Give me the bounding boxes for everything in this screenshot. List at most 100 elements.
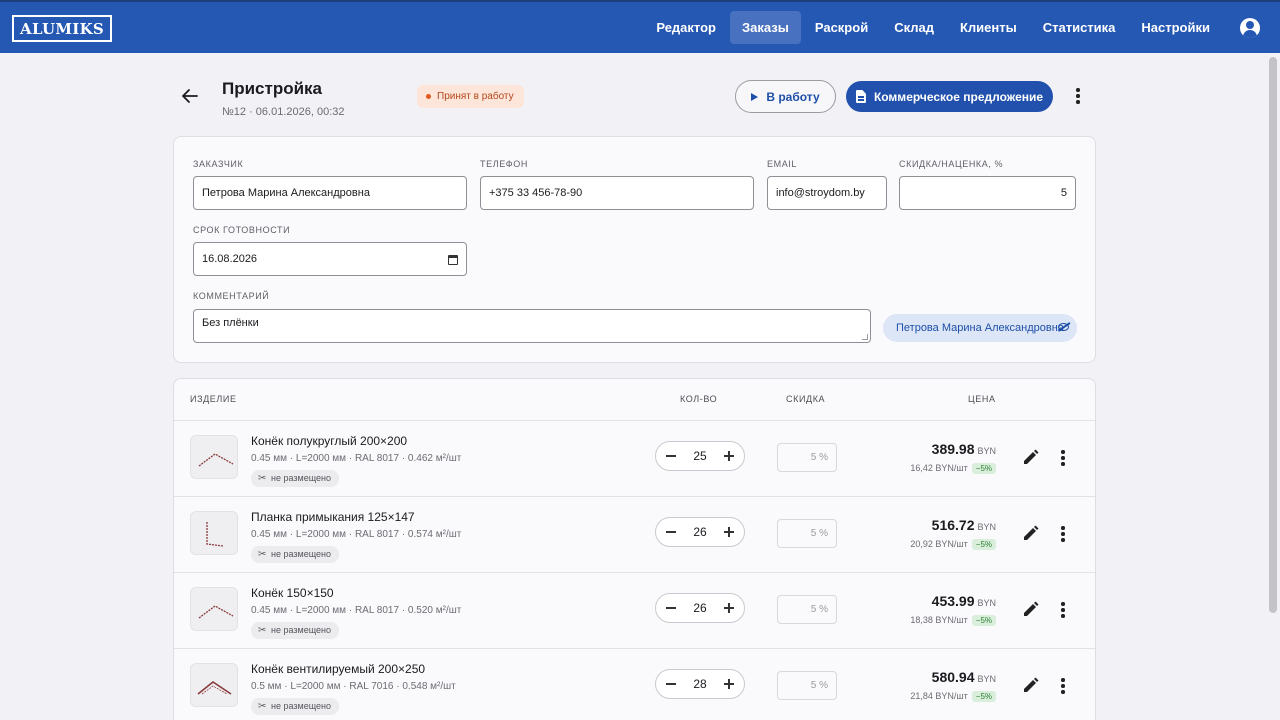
row-more-options-icon[interactable] (1053, 524, 1073, 544)
back-arrow-icon[interactable] (178, 84, 202, 108)
profile-thumbnail[interactable] (190, 511, 238, 555)
unit-price-value: 21,84 BYN/шт (910, 691, 968, 701)
deadline-date-field[interactable]: 16.08.2026 (193, 242, 467, 276)
unit-price: 18,38 BYN/шт −5% (910, 615, 996, 626)
placement-status-label: не размещено (271, 549, 331, 559)
item-name[interactable]: Планка примыкания 125×147 (251, 510, 415, 524)
plus-icon[interactable] (719, 598, 739, 618)
item-price: 580.94 BYN (932, 669, 996, 687)
item-spec: 0.45 мм · L=2000 мм · RAL 8017 · 0.520 м… (251, 605, 462, 616)
minus-icon[interactable] (661, 446, 681, 466)
scissors-icon: ✂ (258, 473, 267, 484)
row-more-options-icon[interactable] (1053, 448, 1073, 468)
item-spec: 0.45 мм · L=2000 мм · RAL 8017 · 0.574 м… (251, 529, 462, 540)
price-currency: BYN (977, 446, 996, 456)
nav-clients[interactable]: Клиенты (948, 11, 1029, 44)
plus-icon[interactable] (719, 446, 739, 466)
edit-pencil-icon[interactable] (1020, 524, 1040, 544)
email-field[interactable]: info@stroydom.by (767, 176, 887, 210)
status-badge: Принят в работу (417, 85, 524, 108)
placement-status-label: не размещено (271, 625, 331, 635)
plus-icon[interactable] (719, 674, 739, 694)
item-price: 389.98 BYN (932, 441, 996, 459)
phone-field[interactable]: +375 33 456-78-90 (480, 176, 754, 210)
discount-badge: −5% (971, 539, 996, 550)
unit-price: 16,42 BYN/шт −5% (910, 463, 996, 474)
item-name[interactable]: Конёк 150×150 (251, 586, 334, 600)
phone-label: Телефон (480, 159, 528, 169)
client-chip-label: Петрова Марина Александровна (896, 322, 1064, 334)
edit-pencil-icon[interactable] (1020, 600, 1040, 620)
item-name[interactable]: Конёк вентилируемый 200×250 (251, 662, 425, 676)
nav-editor[interactable]: Редактор (644, 11, 728, 44)
page-title: Пристройка (222, 79, 323, 98)
customer-label: Заказчик (193, 159, 244, 169)
nav-orders[interactable]: Заказы (730, 11, 801, 44)
price-currency: BYN (977, 674, 996, 684)
quantity-stepper: 25 (655, 441, 745, 471)
table-row: Конёк вентилируемый 200×250 0.5 мм · L=2… (174, 648, 1095, 720)
unlink-icon[interactable] (1058, 323, 1069, 331)
scissors-icon: ✂ (258, 701, 267, 712)
page-scrollbar[interactable] (1269, 57, 1277, 613)
commercial-proposal-label: Коммерческое предложение (873, 89, 1044, 104)
scissors-icon: ✂ (258, 549, 267, 560)
unit-price-value: 18,38 BYN/шт (910, 615, 968, 625)
minus-icon[interactable] (661, 674, 681, 694)
quantity-value[interactable]: 26 (686, 601, 714, 615)
row-more-options-icon[interactable] (1053, 676, 1073, 696)
edit-pencil-icon[interactable] (1020, 448, 1040, 468)
unit-price-value: 16,42 BYN/шт (910, 463, 968, 473)
quantity-stepper: 26 (655, 593, 745, 623)
item-discount-field[interactable]: 5 % (777, 671, 837, 700)
price-currency: BYN (977, 598, 996, 608)
price-value: 516.72 (931, 517, 975, 533)
quantity-value[interactable]: 25 (686, 449, 714, 463)
row-more-options-icon[interactable] (1053, 600, 1073, 620)
nav-cutting[interactable]: Раскрой (803, 11, 880, 44)
commercial-proposal-button[interactable]: Коммерческое предложение (846, 81, 1053, 112)
col-header-item: Изделие (190, 394, 237, 404)
placement-status-tag: ✂ не размещено (251, 622, 339, 639)
quantity-value[interactable]: 28 (686, 677, 714, 691)
calendar-icon[interactable] (448, 255, 458, 265)
item-spec: 0.5 мм · L=2000 мм · RAL 7016 · 0.548 м²… (251, 681, 456, 692)
quantity-value[interactable]: 26 (686, 525, 714, 539)
comment-label: Комментарий (193, 291, 270, 301)
discount-markup-field[interactable]: 5 (899, 176, 1076, 210)
minus-icon[interactable] (661, 598, 681, 618)
profile-thumbnail[interactable] (190, 587, 238, 631)
table-row: Конёк 150×150 0.45 мм · L=2000 мм · RAL … (174, 572, 1095, 648)
profile-thumbnail[interactable] (190, 663, 238, 707)
to-work-label: В работу (766, 89, 820, 104)
main-nav: Редактор Заказы Раскрой Склад Клиенты Ст… (644, 11, 1222, 44)
unit-price: 20,92 BYN/шт −5% (910, 539, 996, 550)
item-discount-field[interactable]: 5 % (777, 519, 837, 548)
minus-icon[interactable] (661, 522, 681, 542)
discount-badge: −5% (971, 615, 996, 626)
comment-textarea[interactable]: Без плёнки (193, 309, 871, 343)
more-options-icon[interactable] (1068, 86, 1088, 106)
item-discount-field[interactable]: 5 % (777, 595, 837, 624)
nav-settings[interactable]: Настройки (1129, 11, 1222, 44)
customer-field[interactable]: Петрова Марина Александровна (193, 176, 467, 210)
app-logo[interactable]: ALUMIKS (12, 15, 113, 42)
price-value: 580.94 (931, 669, 975, 685)
nav-statistics[interactable]: Статистика (1031, 11, 1128, 44)
placement-status-tag: ✂ не размещено (251, 698, 339, 715)
plus-icon[interactable] (719, 522, 739, 542)
col-header-qty: Кол-во (680, 394, 718, 404)
resize-grip-icon[interactable] (862, 334, 868, 340)
account-icon[interactable] (1240, 18, 1260, 38)
profile-thumbnail[interactable] (190, 435, 238, 479)
item-discount-field[interactable]: 5 % (777, 443, 837, 472)
edit-pencil-icon[interactable] (1020, 676, 1040, 696)
to-work-button[interactable]: В работу (735, 80, 836, 113)
play-icon (751, 92, 759, 101)
comment-value: Без плёнки (202, 317, 259, 329)
col-header-price: Цена (968, 394, 996, 404)
placement-status-tag: ✂ не размещено (251, 546, 339, 563)
client-chip[interactable]: Петрова Марина Александровна (883, 314, 1077, 342)
item-name[interactable]: Конёк полукруглый 200×200 (251, 434, 407, 448)
nav-warehouse[interactable]: Склад (882, 11, 946, 44)
